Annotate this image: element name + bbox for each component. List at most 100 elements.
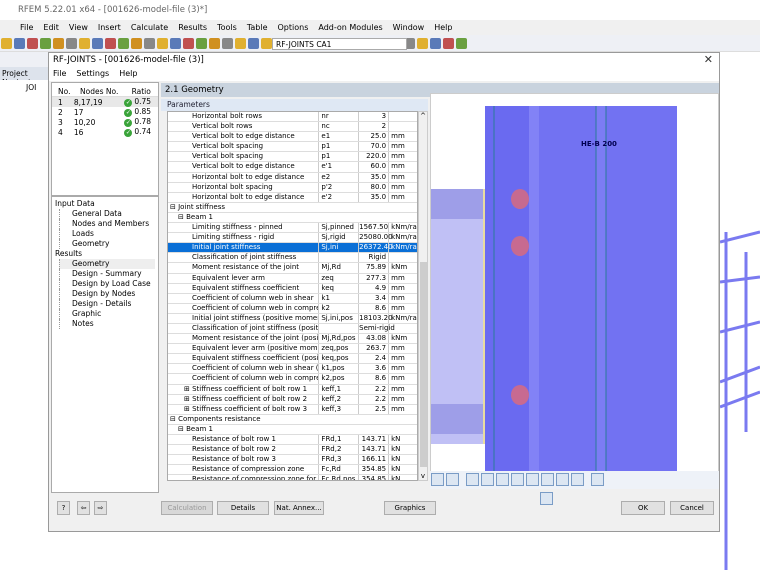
dialog-menu-help[interactable]: Help [119, 69, 137, 79]
table-group-row[interactable]: ⊟ Beam 1 [168, 212, 417, 224]
scroll-up-icon[interactable]: ^ [419, 112, 427, 120]
nav-item-graphic[interactable]: Graphic [59, 309, 155, 319]
app-menu-add-on-modules[interactable]: Add-on Modules [318, 23, 382, 35]
parameters-table[interactable]: Horizontal bolt rows nr 3 Vertical bolt row… [167, 111, 418, 481]
toolbar-icon[interactable] [183, 38, 194, 49]
toolbar-icon[interactable] [14, 38, 25, 49]
table-row[interactable]: Resistance of bolt row 2 FRd,2 143.71 kN [168, 445, 417, 456]
nav-item-loads[interactable]: Loads [59, 229, 155, 239]
view-tool-icon[interactable] [446, 473, 459, 486]
view-tool-icon[interactable] [511, 473, 524, 486]
help-button[interactable]: ? [57, 501, 70, 515]
scroll-thumb[interactable] [420, 262, 427, 467]
toolbar-icon[interactable] [157, 38, 168, 49]
table-row[interactable]: Resistance of compression zone for posit… [168, 475, 417, 480]
app-menu-view[interactable]: View [69, 23, 88, 35]
toolbar-icon[interactable] [235, 38, 246, 49]
table-row[interactable]: Vertical bolt spacing p1 70.0 mm [168, 142, 417, 153]
toolbar-icon[interactable] [105, 38, 116, 49]
toolbar-icon[interactable] [79, 38, 90, 49]
table-row[interactable]: Equivalent lever arm (positive moment) ze… [168, 344, 417, 355]
table-scrollbar[interactable]: ^ v [418, 111, 428, 481]
view-tool-icon[interactable] [431, 473, 444, 486]
toolbar-icon[interactable] [209, 38, 220, 49]
export-button[interactable]: ⇨ [94, 501, 107, 515]
view-tool-icon[interactable] [466, 473, 479, 486]
table-row[interactable]: Resistance of bolt row 1 FRd,1 143.71 kN [168, 435, 417, 446]
cancel-button[interactable]: Cancel [670, 501, 714, 515]
scroll-down-icon[interactable]: v [419, 472, 427, 480]
nav-item-geometry[interactable]: Geometry [59, 259, 155, 269]
toolbar-icon[interactable] [40, 38, 51, 49]
toolbar-icon[interactable] [118, 38, 129, 49]
toolbar-icon[interactable] [248, 38, 259, 49]
table-row[interactable]: Equivalent stiffness coefficient keq 4.9 mm [168, 283, 417, 294]
toolbar-icon[interactable] [196, 38, 207, 49]
toolbar-icon[interactable] [456, 38, 467, 49]
app-menu-help[interactable]: Help [434, 23, 452, 35]
table-row[interactable]: Initial joint stiffness (positive moment… [168, 313, 417, 324]
list-item[interactable]: 3 10,20 ✓ 0.78 [52, 117, 158, 127]
table-row[interactable]: Coefficient of column web in compression… [168, 303, 417, 314]
table-row[interactable]: Equivalent stiffness coefficient (positi… [168, 354, 417, 365]
app-menu-results[interactable]: Results [178, 23, 207, 35]
nat-annex-button[interactable]: Nat. Annex... [274, 501, 324, 515]
view-tool-icon[interactable] [496, 473, 509, 486]
model-view[interactable] [719, 52, 760, 570]
table-row[interactable]: ⊞ Stiffness coefficient of bolt row 1 kef… [168, 384, 417, 395]
table-row[interactable]: Coefficient of column web in compression… [168, 374, 417, 385]
nav-item-general-data[interactable]: General Data [59, 209, 155, 219]
table-row[interactable]: Classification of joint stiffness Rigid [168, 253, 417, 264]
table-row[interactable]: Horizontal bolt spacing p'2 80.0 mm [168, 182, 417, 193]
table-row[interactable]: Resistance of bolt row 3 FRd,3 166.11 kN [168, 455, 417, 466]
table-row[interactable]: Horizontal bolt to edge distance e'2 35.0 m… [168, 192, 417, 203]
import-button[interactable]: ⇦ [77, 501, 90, 515]
table-row[interactable]: Moment resistance of the joint (positive… [168, 334, 417, 345]
toolbar-icon[interactable] [417, 38, 428, 49]
view-tool-icon[interactable] [571, 473, 584, 486]
nav-item-design-by-load-case[interactable]: Design by Load Case [59, 279, 155, 289]
table-row[interactable]: Coefficient of column web in shear (posi… [168, 364, 417, 375]
close-icon[interactable]: ✕ [704, 53, 713, 66]
table-group-row[interactable]: ⊟ Beam 1 [168, 424, 417, 435]
view-tool-icon[interactable] [481, 473, 494, 486]
table-row[interactable]: Classification of joint stiffness (posit… [168, 323, 417, 335]
app-menu-options[interactable]: Options [278, 23, 309, 35]
table-row[interactable]: Vertical bolt to edge distance e'1 60.0 mm [168, 162, 417, 173]
nav-item-nodes-and-members[interactable]: Nodes and Members [59, 219, 155, 229]
nav-item-design-details[interactable]: Design - Details [59, 299, 155, 309]
table-row[interactable]: Horizontal bolt rows nr 3 [168, 112, 417, 123]
view-tool-icon[interactable] [591, 473, 604, 486]
list-item[interactable]: 4 16 ✓ 0.74 [52, 127, 158, 137]
toolbar-icon[interactable] [443, 38, 454, 49]
app-menu-table[interactable]: Table [247, 23, 268, 35]
toolbar-icon[interactable] [222, 38, 233, 49]
project-navigator-tab[interactable]: Project Navigator [0, 67, 50, 87]
table-row[interactable]: Vertical bolt spacing p1 220.0 mm [168, 152, 417, 163]
view-tool-icon[interactable] [526, 473, 539, 486]
table-row[interactable]: ⊞ Stiffness coefficient of bolt row 2 kef… [168, 394, 417, 405]
app-menu-edit[interactable]: Edit [43, 23, 59, 35]
table-row[interactable]: ⊞ Stiffness coefficient of bolt row 3 kef… [168, 404, 417, 415]
table-row[interactable]: Vertical bolt to edge distance e1 25.0 mm [168, 132, 417, 143]
toolbar-icon[interactable] [92, 38, 103, 49]
project-tree[interactable]: JOI [0, 80, 50, 570]
toolbar-icon[interactable] [131, 38, 142, 49]
table-row[interactable]: Equivalent lever arm zeq 277.3 mm [168, 273, 417, 284]
nav-item-design-summary[interactable]: Design - Summary [59, 269, 155, 279]
nav-item-notes[interactable]: Notes [59, 319, 155, 329]
table-row[interactable]: Horizontal bolt to edge distance e2 35.0 mm [168, 172, 417, 183]
toolbar-icon[interactable] [66, 38, 77, 49]
ok-button[interactable]: OK [621, 501, 665, 515]
table-row[interactable]: Moment resistance of the joint Mj,Rd 75.89… [168, 263, 417, 274]
view-tool-icon[interactable] [541, 473, 554, 486]
toolbar-icon[interactable] [144, 38, 155, 49]
table-row[interactable]: Initial joint stiffness Sj,ini 26372.40 kNm… [168, 243, 417, 254]
joint-graphic[interactable]: HE-B 200 [430, 93, 719, 489]
table-row[interactable]: Limiting stiffness - rigid Sj,rigid 25080.… [168, 233, 417, 244]
list-item[interactable]: 1 8,17,19 ✓ 0.75 [52, 97, 158, 107]
nav-item-design-by-nodes[interactable]: Design by Nodes [59, 289, 155, 299]
app-menu-insert[interactable]: Insert [98, 23, 121, 35]
loadcase-select[interactable]: RF-JOINTS CA1 [272, 38, 407, 50]
table-row[interactable]: Resistance of compression zone Fc,Rd 354.8… [168, 465, 417, 476]
